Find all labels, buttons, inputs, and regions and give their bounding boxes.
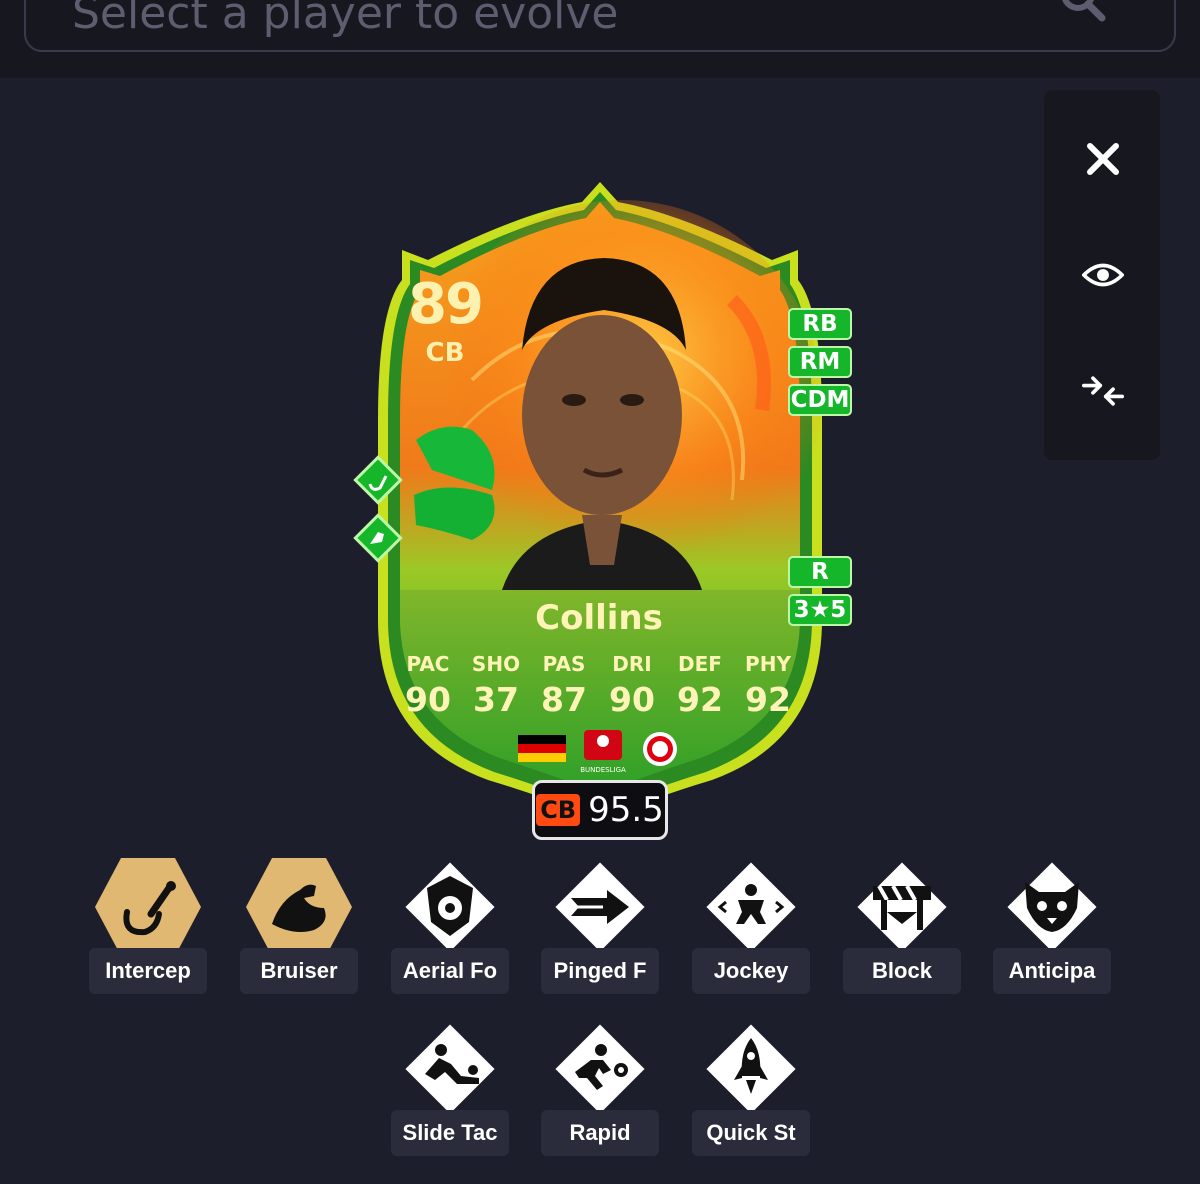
intercept-icon xyxy=(95,858,201,956)
search-placeholder: Select a player to evolve xyxy=(72,0,619,39)
anticipate-icon xyxy=(1003,858,1101,956)
player-card[interactable]: BUNDESLIGA 89 CB RB RM CDM R 3★5 Collins… xyxy=(352,180,852,840)
playstyle-label: Intercep xyxy=(89,948,207,994)
search-input[interactable]: Select a player to evolve xyxy=(24,0,1176,52)
view-button[interactable] xyxy=(1082,254,1124,296)
side-toolbar xyxy=(1044,90,1160,460)
close-button[interactable] xyxy=(1082,138,1124,180)
playstyle-rapid[interactable]: Rapid xyxy=(541,1014,659,1164)
position-rating-box: CB 95.5 xyxy=(532,780,668,840)
aerial-fortress-icon xyxy=(401,858,499,956)
compare-button[interactable] xyxy=(1082,370,1124,412)
stat-def: DEF 92 xyxy=(677,652,723,719)
card-bruiser-icon xyxy=(353,513,403,563)
playstyle-block[interactable]: Block xyxy=(843,852,961,1002)
search-icon[interactable] xyxy=(1058,0,1108,30)
stat-dri: DRI 90 xyxy=(609,652,655,719)
playstyle-label: Quick St xyxy=(692,1110,810,1156)
bruiser-icon xyxy=(246,858,352,956)
card-rating: 89 xyxy=(408,272,484,337)
jockey-icon xyxy=(702,858,800,956)
preferred-foot-badge: R xyxy=(788,556,852,588)
playstyle-label: Pinged F xyxy=(541,948,659,994)
stat-pac: PAC 90 xyxy=(405,652,451,719)
pinged-pass-icon xyxy=(551,858,649,956)
search-strip: Select a player to evolve xyxy=(0,0,1200,78)
alt-position-badge: RB xyxy=(788,308,852,340)
close-icon xyxy=(1087,143,1119,175)
card-position: CB xyxy=(425,338,465,368)
playstyle-anticipate[interactable]: Anticipa xyxy=(993,852,1111,1002)
playstyle-label: Jockey xyxy=(692,948,810,994)
league-label: BUNDESLIGA xyxy=(580,766,626,774)
stat-pas: PAS 87 xyxy=(541,652,587,719)
stat-phy: PHY 92 xyxy=(745,652,791,719)
block-icon xyxy=(853,858,951,956)
playstyle-aerial-fortress[interactable]: Aerial Fo xyxy=(391,852,509,1002)
card-intercept-icon xyxy=(353,455,403,505)
rating-box-value: 95.5 xyxy=(588,790,664,830)
playstyle-slide-tackle[interactable]: Slide Tac xyxy=(391,1014,509,1164)
alt-position-badge: CDM xyxy=(788,384,852,416)
playstyle-pinged-pass[interactable]: Pinged F xyxy=(541,852,659,1002)
playstyle-label: Slide Tac xyxy=(391,1110,509,1156)
slide-tackle-icon xyxy=(401,1020,499,1118)
rating-box-position: CB xyxy=(536,794,581,826)
playstyle-label: Anticipa xyxy=(993,948,1111,994)
player-name: Collins xyxy=(535,598,663,638)
playstyle-label: Aerial Fo xyxy=(391,948,509,994)
alt-position-badge: RM xyxy=(788,346,852,378)
eye-icon xyxy=(1082,263,1124,287)
rapid-icon xyxy=(551,1020,649,1118)
playstyle-label: Block xyxy=(843,948,961,994)
playstyle-label: Rapid xyxy=(541,1110,659,1156)
playstyle-quick-step[interactable]: Quick St xyxy=(692,1014,810,1164)
quick-step-icon xyxy=(702,1020,800,1118)
skill-weakfoot-badge: 3★5 xyxy=(788,594,852,626)
playstyle-bruiser[interactable]: Bruiser xyxy=(240,852,358,1002)
compare-arrows-icon xyxy=(1082,376,1124,406)
playstyle-intercept[interactable]: Intercep xyxy=(89,852,207,1002)
stat-sho: SHO 37 xyxy=(471,652,521,719)
playstyle-jockey[interactable]: Jockey xyxy=(692,852,810,1002)
playstyle-label: Bruiser xyxy=(240,948,358,994)
